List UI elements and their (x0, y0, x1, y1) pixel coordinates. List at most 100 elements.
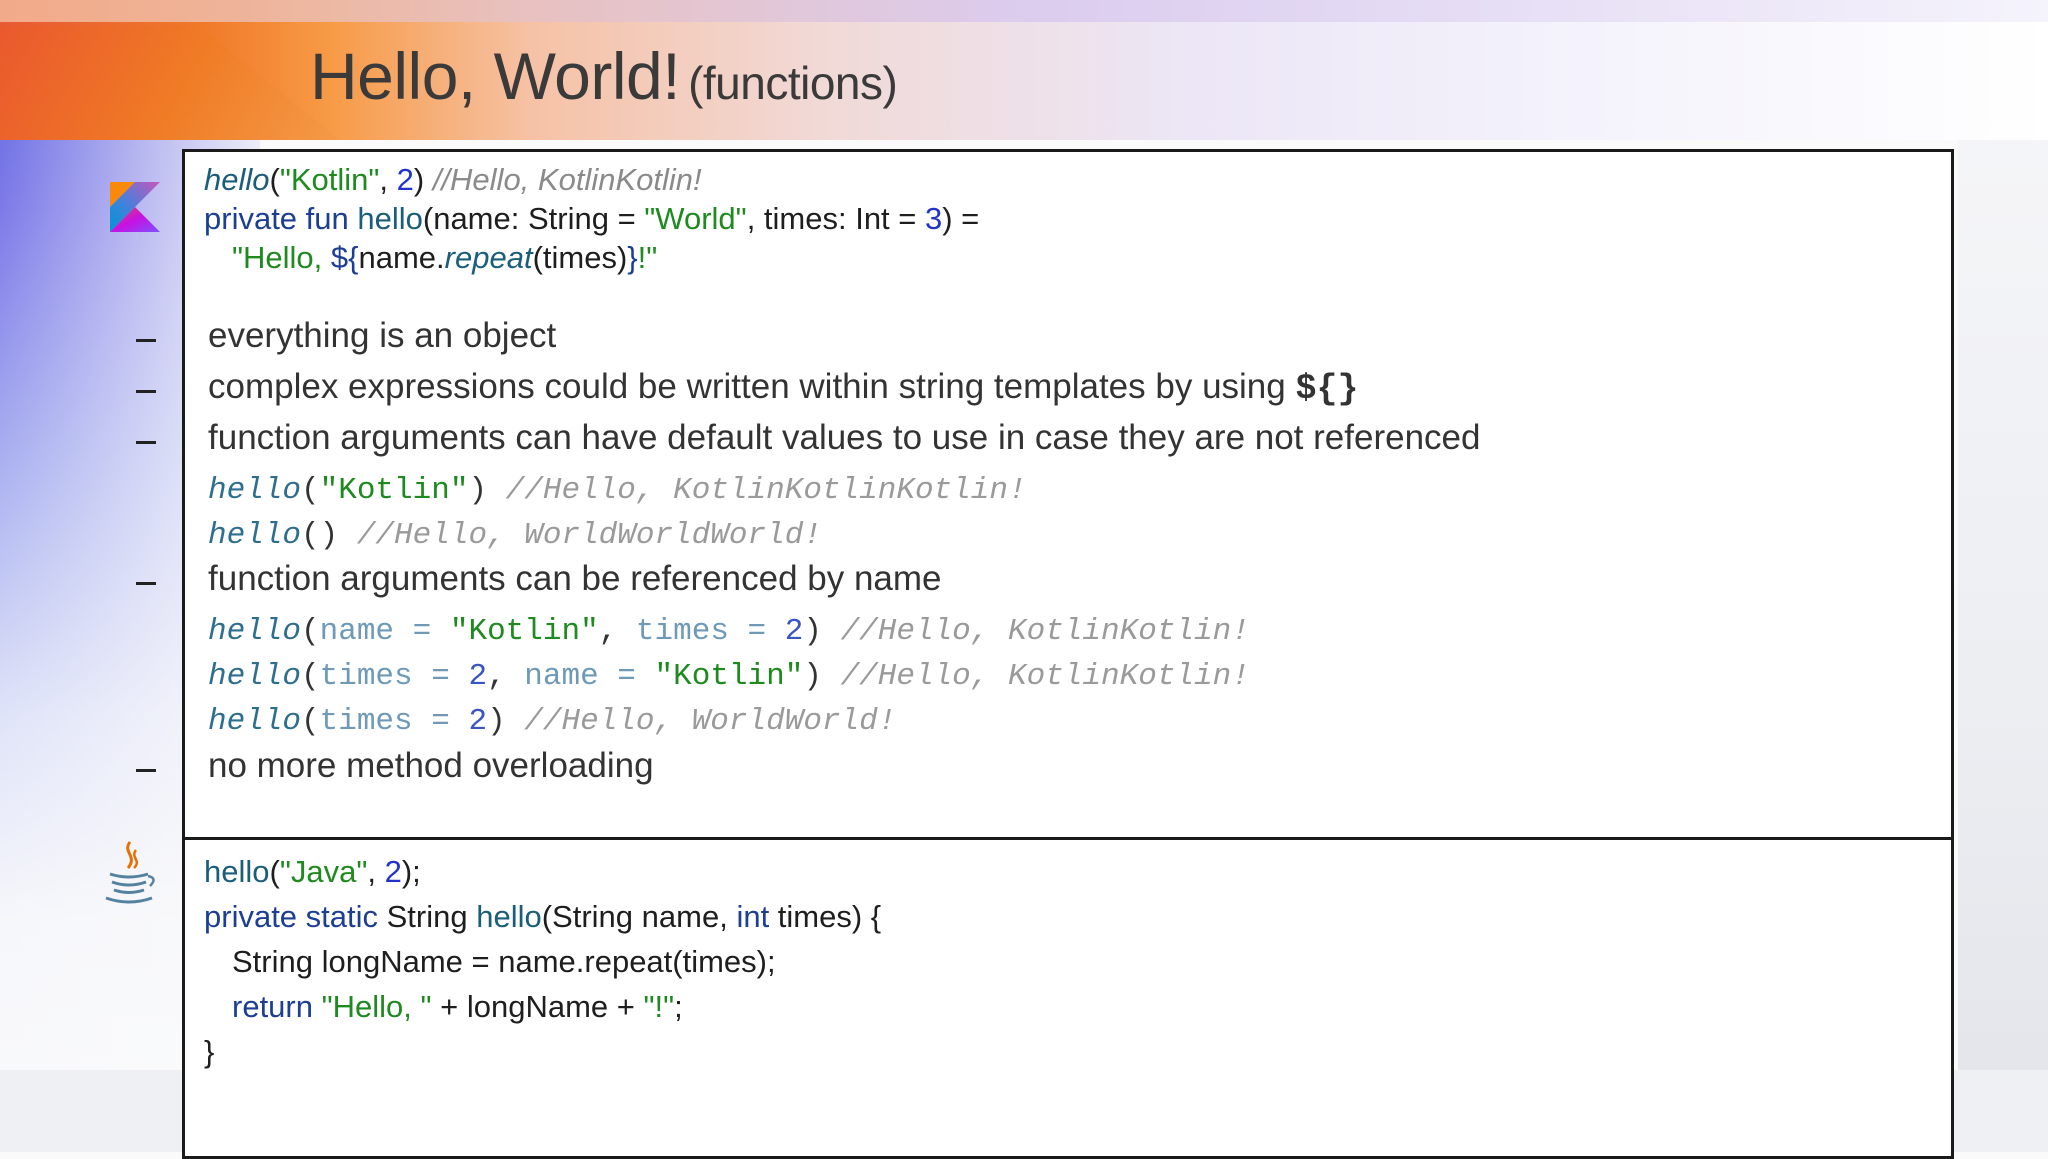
java-code-line-3: String longName = name.repeat(times); (232, 944, 776, 979)
code-template: ${ (330, 240, 359, 275)
code-fn: hello (208, 518, 302, 553)
code-param: name = (319, 614, 450, 649)
title-banner-top-strip (0, 0, 2048, 22)
bullet-text-3: function arguments can have default valu… (208, 418, 1481, 457)
code-type: String (386, 899, 477, 934)
code-text: + longName + (431, 989, 644, 1024)
code-paren: ( (269, 162, 280, 197)
code-number: 2 (384, 854, 402, 889)
code-fn: hello (204, 162, 270, 197)
code-text: ; (674, 989, 683, 1024)
code-template: } (627, 240, 638, 275)
code-text: , times: Int = (746, 201, 925, 236)
code-fn: hello (357, 201, 423, 236)
code-string: "World" (644, 201, 747, 236)
code-text: (String name, (541, 899, 737, 934)
code-fn: repeat (444, 240, 533, 275)
code-string: "!" (643, 989, 675, 1024)
code-keyword: private fun (204, 201, 358, 236)
code-fn: hello (208, 659, 302, 694)
code-comma: , (598, 614, 636, 649)
example-line-2: hello() //Hello, WorldWorldWorld! (208, 518, 822, 553)
code-number: 2 (396, 162, 414, 197)
code-string: "Kotlin" (654, 659, 804, 694)
code-number: 2 (468, 659, 488, 694)
code-comma: , (487, 659, 525, 694)
code-string: "Java" (279, 854, 368, 889)
code-number: 2 (468, 704, 488, 739)
slide-title: Hello, World! (functions) (310, 38, 898, 114)
bullet-text-2: complex expressions could be written wit… (208, 367, 1358, 409)
code-paren: ( (301, 704, 320, 739)
code-keyword: int (736, 899, 770, 934)
kotlin-logo-icon (110, 182, 160, 232)
code-comment: //Hello, KotlinKotlin! (840, 659, 1250, 694)
code-string: "Kotlin" (319, 473, 469, 508)
example-line-3: hello(name = "Kotlin", times = 2) //Hell… (208, 614, 1250, 649)
java-code-line-5: } (204, 1034, 215, 1069)
bullet-dash (136, 582, 156, 585)
code-paren: ) (468, 473, 506, 508)
bullet-dash (136, 390, 156, 393)
code-string: "Kotlin" (279, 162, 380, 197)
code-string: "Hello, (232, 240, 331, 275)
slide-title-text: Hello, World! (310, 39, 681, 113)
code-number: 3 (925, 201, 943, 236)
code-text: (name: String = (422, 201, 645, 236)
code-comment: //Hello, WorldWorldWorld! (356, 518, 822, 553)
code-fn: hello (208, 614, 302, 649)
code-text: name. (358, 240, 445, 275)
code-fn: hello (204, 854, 270, 889)
code-param: times = (319, 704, 469, 739)
code-paren: ( (301, 659, 320, 694)
code-comment: //Hello, WorldWorld! (524, 704, 897, 739)
code-fn: hello (208, 704, 302, 739)
code-string: !" (637, 240, 658, 275)
kotlin-java-divider (182, 837, 1954, 840)
bullet-text-5: no more method overloading (208, 746, 654, 785)
code-param: times = (635, 614, 785, 649)
bullet-text-4: function arguments can be referenced by … (208, 559, 942, 598)
code-comma: , (379, 162, 397, 197)
bullet-dash (136, 441, 156, 444)
code-paren: ( (269, 854, 280, 889)
code-paren: ) (803, 659, 841, 694)
bullet-dash (136, 339, 156, 342)
java-coffee-cup-icon (105, 841, 155, 904)
code-paren: ) (803, 614, 841, 649)
kotlin-code-line-2: private fun hello(name: String = "World"… (204, 201, 979, 237)
code-fn: hello (208, 473, 302, 508)
bullet-text-1: everything is an object (208, 316, 557, 355)
example-line-5: hello(times = 2) //Hello, WorldWorld! (208, 704, 896, 739)
code-text: times) { (769, 899, 882, 934)
example-line-4: hello(times = 2, name = "Kotlin") //Hell… (208, 659, 1250, 694)
slide-subtitle: (functions) (688, 57, 898, 109)
code-comment: //Hello, KotlinKotlin! (432, 162, 702, 197)
code-text: ) = (942, 201, 980, 236)
code-paren: ( (301, 614, 320, 649)
code-keyword: return (232, 989, 322, 1024)
code-string: "Kotlin" (449, 614, 599, 649)
code-param: name = (524, 659, 655, 694)
code-paren: ); (401, 854, 421, 889)
code-comma: , (367, 854, 385, 889)
code-keyword: private static (204, 899, 387, 934)
bullet-text-2-code: ${} (1295, 369, 1359, 409)
code-paren: ( (301, 473, 320, 508)
code-string: "Hello, " (321, 989, 432, 1024)
java-code-line-4: return "Hello, " + longName + "!"; (232, 989, 683, 1025)
code-fn: hello (476, 899, 542, 934)
code-number: 2 (784, 614, 804, 649)
code-paren: ) (413, 162, 433, 197)
code-comment: //Hello, KotlinKotlin! (840, 614, 1250, 649)
kotlin-code-line-3: "Hello, ${name.repeat(times)}!" (232, 240, 657, 276)
code-param: times = (319, 659, 469, 694)
code-comment: //Hello, KotlinKotlinKotlin! (505, 473, 1027, 508)
code-text: (times) (532, 240, 628, 275)
java-code-line-1: hello("Java", 2); (204, 854, 421, 890)
java-code-line-2: private static String hello(String name,… (204, 899, 881, 935)
code-paren: ) (487, 704, 525, 739)
bullet-text-2-body: complex expressions could be written wit… (208, 367, 1296, 406)
example-line-1: hello("Kotlin") //Hello, KotlinKotlinKot… (208, 473, 1027, 508)
right-gray-panel (1958, 0, 2048, 1152)
